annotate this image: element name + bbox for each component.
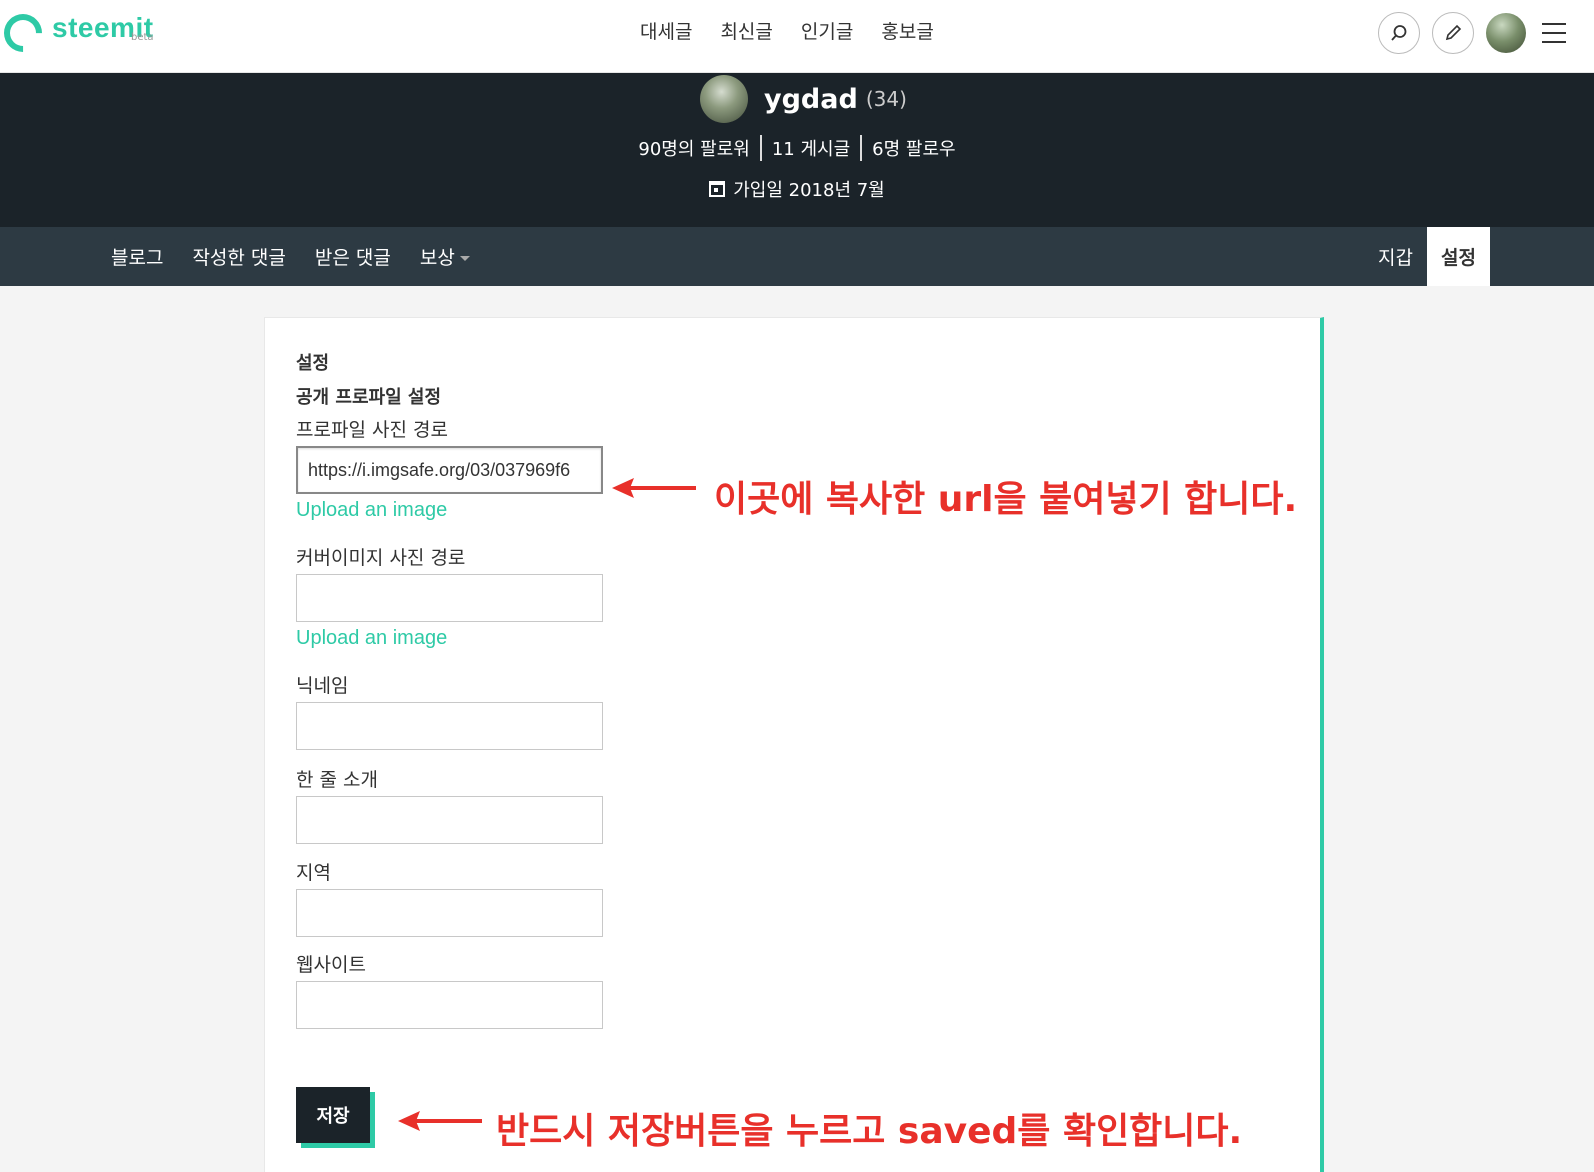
tab-rewards-label: 보상	[419, 247, 455, 269]
upload-cover-image-link[interactable]: Upload an image	[296, 627, 447, 650]
pencil-icon	[1445, 24, 1462, 41]
settings-title: 설정	[296, 353, 330, 374]
save-button[interactable]: 저장	[296, 1087, 370, 1143]
profile-subnav: 블로그 작성한 댓글 받은 댓글 보상 지갑 설정	[0, 227, 1594, 286]
write-post-button[interactable]	[1432, 12, 1474, 54]
tab-blog[interactable]: 블로그	[111, 243, 163, 270]
steemit-logo-icon	[0, 6, 50, 60]
search-icon	[1391, 25, 1407, 41]
annotation-arrow-icon	[398, 1111, 482, 1131]
annotation-press-save: 반드시 저장버튼을 누르고 saved를 확인합니다.	[496, 1111, 1243, 1152]
nickname-label: 닉네임	[296, 675, 349, 697]
annotation-paste-url: 이곳에 복사한 url을 붙여넣기 합니다.	[714, 479, 1298, 520]
public-profile-heading: 공개 프로파일 설정	[296, 387, 442, 408]
upload-profile-image-link[interactable]: Upload an image	[296, 499, 447, 522]
top-header: steemit beta 대세글 최신글 인기글 홍보글	[0, 0, 1594, 73]
about-input[interactable]	[296, 796, 603, 844]
posts-count: 11 게시글	[771, 139, 851, 160]
website-input[interactable]	[296, 981, 603, 1029]
user-avatar[interactable]	[1486, 13, 1526, 53]
settings-card: 설정 공개 프로파일 설정 프로파일 사진 경로 Upload an image…	[264, 317, 1324, 1172]
reputation-score: (34)	[865, 87, 907, 111]
joined-text: 가입일 2018년 7월	[733, 180, 885, 201]
location-input[interactable]	[296, 889, 603, 937]
profile-avatar	[700, 75, 748, 123]
main-nav: 대세글 최신글 인기글 홍보글	[640, 18, 934, 46]
profile-username: ygdad	[764, 83, 858, 115]
profile-stats: 90명의 팔로워 11 게시글 6명 팔로우	[0, 135, 1594, 161]
header-actions	[1378, 12, 1566, 54]
profile-image-label: 프로파일 사진 경로	[296, 419, 448, 441]
nav-promoted[interactable]: 홍보글	[881, 18, 933, 46]
cover-image-input[interactable]	[296, 574, 603, 622]
tab-wallet[interactable]: 지갑	[1364, 227, 1427, 286]
tab-comments[interactable]: 작성한 댓글	[192, 243, 285, 270]
search-button[interactable]	[1378, 12, 1420, 54]
hamburger-menu-icon[interactable]	[1542, 23, 1566, 43]
profile-user: ygdad (34)	[700, 75, 907, 123]
logo-beta: beta	[131, 32, 154, 43]
nav-new[interactable]: 최신글	[720, 18, 772, 46]
profile-banner: ygdad (34) 90명의 팔로워 11 게시글 6명 팔로우 가입일 20…	[0, 73, 1594, 227]
annotation-arrow-icon	[612, 478, 696, 498]
joined-date: 가입일 2018년 7월	[0, 176, 1594, 202]
nickname-input[interactable]	[296, 702, 603, 750]
tab-replies[interactable]: 받은 댓글	[315, 243, 391, 270]
followers-count[interactable]: 90명의 팔로워	[638, 135, 749, 161]
chevron-down-icon	[459, 256, 470, 261]
about-label: 한 줄 소개	[296, 769, 378, 791]
nav-trending[interactable]: 대세글	[640, 18, 692, 46]
tab-rewards[interactable]: 보상	[420, 243, 470, 270]
location-label: 지역	[296, 862, 331, 884]
divider	[759, 135, 762, 161]
calendar-icon	[709, 181, 726, 197]
nav-hot[interactable]: 인기글	[801, 18, 853, 46]
cover-image-label: 커버이미지 사진 경로	[296, 547, 466, 569]
tab-settings[interactable]: 설정	[1426, 227, 1490, 286]
profile-image-input[interactable]	[296, 446, 603, 494]
website-label: 웹사이트	[296, 954, 366, 976]
divider	[860, 135, 863, 161]
following-count[interactable]: 6명 팔로우	[872, 135, 955, 161]
